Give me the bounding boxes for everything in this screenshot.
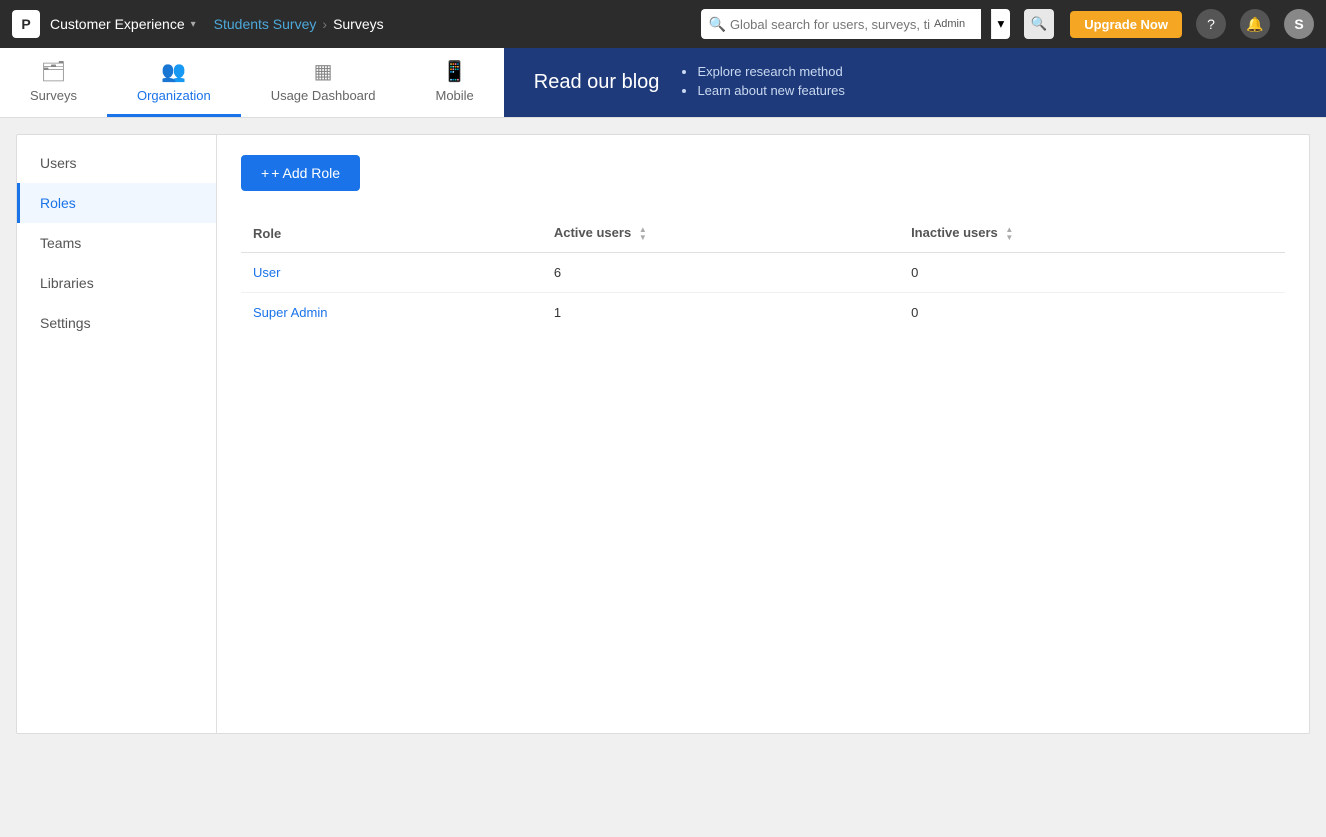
surveys-icon: 🗂 (41, 59, 66, 84)
help-button[interactable]: ? (1196, 9, 1226, 39)
top-navigation: P Customer Experience ▾ Students Survey … (0, 0, 1326, 48)
inactive-users-superadmin: 0 (899, 292, 1285, 332)
sidebar-item-libraries[interactable]: Libraries (17, 263, 216, 303)
table-row: User 6 0 (241, 252, 1285, 292)
search-magnify-button[interactable]: 🔍 (1024, 9, 1054, 39)
search-input[interactable] (730, 17, 930, 32)
app-title[interactable]: Customer Experience ▾ (50, 16, 196, 32)
sort-arrows-inactive: ▲▼ (1005, 226, 1013, 242)
add-role-button[interactable]: + + Add Role (241, 155, 360, 191)
breadcrumb-separator: › (322, 16, 327, 32)
blog-banner[interactable]: Read our blog Explore research method Le… (504, 48, 1326, 117)
blog-banner-title: Read our blog (534, 71, 660, 94)
sidebar-item-settings[interactable]: Settings (17, 303, 216, 343)
role-link-superadmin[interactable]: Super Admin (253, 305, 327, 320)
notifications-button[interactable]: 🔔 (1240, 9, 1270, 39)
tab-surveys[interactable]: 🗂 Surveys (0, 48, 107, 117)
active-users-user: 6 (542, 252, 899, 292)
usage-dashboard-icon: ▦ (314, 59, 333, 84)
blog-bullet-2: Learn about new features (697, 83, 844, 98)
breadcrumb-parent[interactable]: Students Survey (214, 16, 317, 32)
main-content: + + Add Role Role Active users ▲▼ Inacti… (217, 135, 1309, 733)
search-icon: 🔍 (709, 16, 726, 33)
sidebar-item-roles[interactable]: Roles (17, 183, 216, 223)
tab-usage-dashboard-label: Usage Dashboard (271, 88, 376, 103)
sidebar-item-users[interactable]: Users (17, 143, 216, 183)
admin-badge: Admin (934, 18, 965, 30)
search-bar: 🔍 Admin (701, 9, 981, 39)
upgrade-now-button[interactable]: Upgrade Now (1070, 11, 1182, 38)
chevron-down-icon: ▾ (191, 19, 196, 30)
organization-icon: 👥 (161, 59, 186, 84)
mobile-icon: 📱 (442, 59, 467, 84)
content-wrapper: Users Roles Teams Libraries Settings + +… (16, 134, 1310, 734)
table-row: Super Admin 1 0 (241, 292, 1285, 332)
tab-organization[interactable]: 👥 Organization (107, 48, 241, 117)
search-dropdown-button[interactable]: ▾ (991, 9, 1011, 39)
inactive-users-user: 0 (899, 252, 1285, 292)
tab-mobile[interactable]: 📱 Mobile (405, 48, 503, 117)
col-inactive-users[interactable]: Inactive users ▲▼ (899, 215, 1285, 252)
blog-banner-list: Explore research method Learn about new … (679, 64, 844, 102)
active-users-superadmin: 1 (542, 292, 899, 332)
blog-bullet-1: Explore research method (697, 64, 844, 79)
tab-usage-dashboard[interactable]: ▦ Usage Dashboard (241, 48, 406, 117)
roles-table: Role Active users ▲▼ Inactive users ▲▼ U… (241, 215, 1285, 332)
plus-icon: + (261, 165, 269, 181)
brand-logo[interactable]: P (12, 10, 40, 38)
tab-mobile-label: Mobile (435, 88, 473, 103)
breadcrumb-current: Surveys (333, 16, 384, 32)
tab-surveys-label: Surveys (30, 88, 77, 103)
breadcrumb: Students Survey › Surveys (214, 16, 384, 32)
sidebar: Users Roles Teams Libraries Settings (17, 135, 217, 733)
tab-organization-label: Organization (137, 88, 211, 103)
add-role-label: + Add Role (271, 165, 340, 181)
sidebar-item-teams[interactable]: Teams (17, 223, 216, 263)
sort-arrows-active: ▲▼ (639, 226, 647, 242)
col-role: Role (241, 215, 542, 252)
col-active-users[interactable]: Active users ▲▼ (542, 215, 899, 252)
tabs-bar: 🗂 Surveys 👥 Organization ▦ Usage Dashboa… (0, 48, 1326, 118)
avatar[interactable]: S (1284, 9, 1314, 39)
role-link-user[interactable]: User (253, 265, 280, 280)
